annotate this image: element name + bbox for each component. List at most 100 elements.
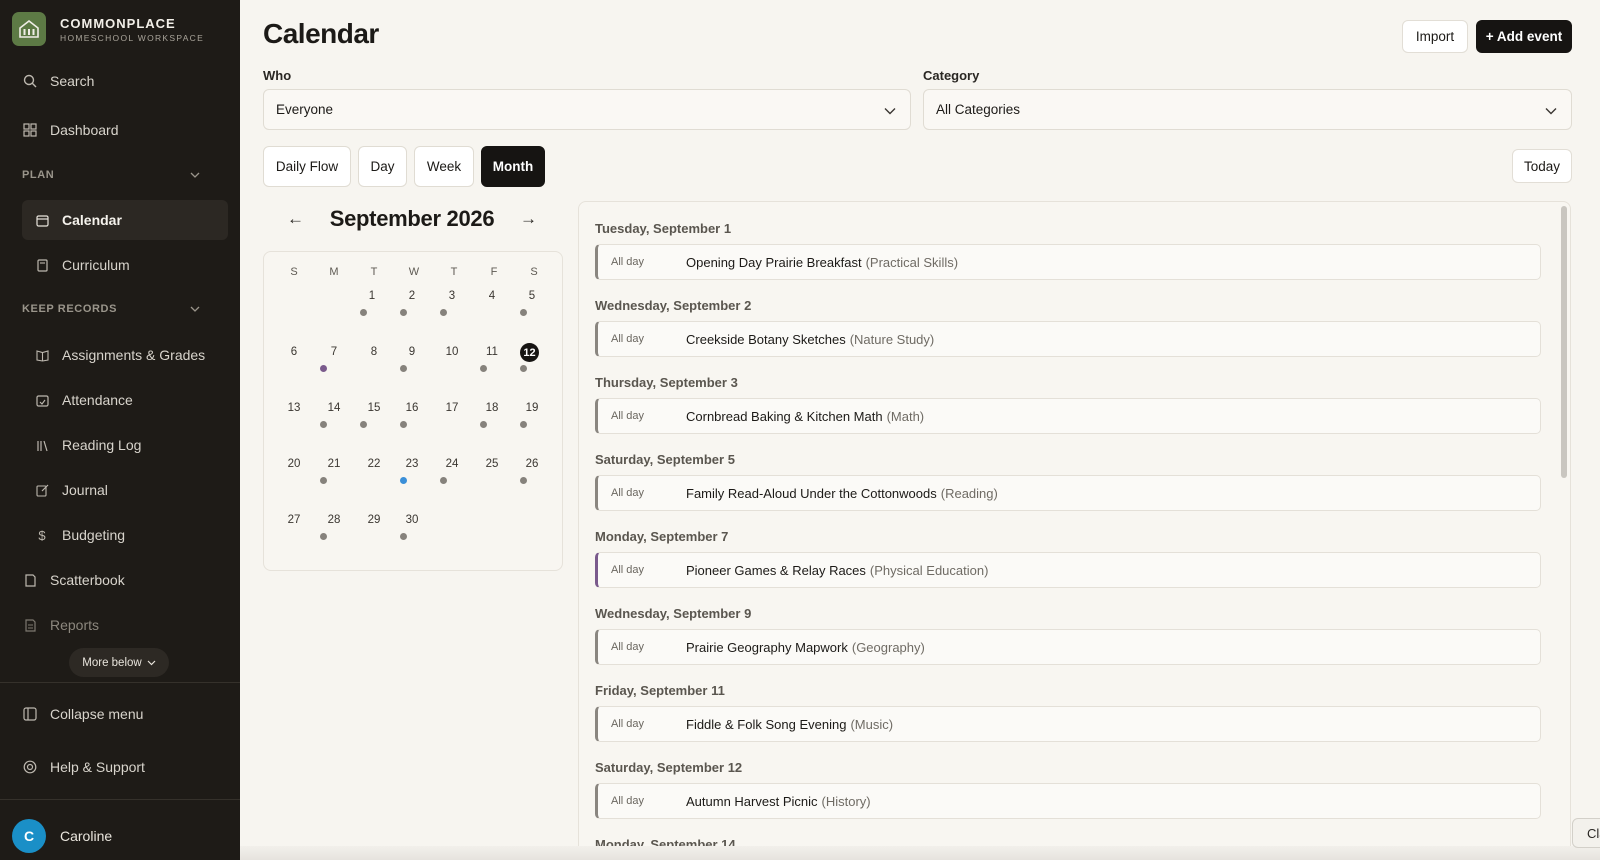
dollar-icon: $ [38, 527, 46, 543]
sidebar-item-label: Budgeting [62, 527, 126, 543]
section-label: PLAN [22, 169, 55, 181]
calendar-day[interactable]: 13 [282, 402, 306, 414]
calendar-day[interactable]: 6 [282, 346, 306, 358]
sidebar-item-label: Reading Log [62, 437, 142, 453]
calendar-day[interactable]: 22 [362, 458, 386, 470]
calendar-day[interactable]: 9 [400, 346, 424, 358]
event-category: (Music) [850, 716, 894, 732]
calendar-day[interactable]: 21 [322, 458, 346, 470]
next-month-arrow-icon[interactable]: → [520, 209, 537, 229]
calendar-day[interactable]: 19 [520, 402, 544, 414]
sidebar-item-dashboard[interactable]: Dashboard [22, 110, 222, 150]
calendar-day[interactable]: 18 [480, 402, 504, 414]
collapse-menu-button[interactable]: Collapse menu [22, 694, 222, 734]
event-category: (Nature Study) [849, 331, 935, 347]
floating-overlay-button[interactable]: Cla [1572, 818, 1600, 848]
calendar-day[interactable]: 8 [362, 346, 386, 358]
section-keep-records[interactable]: KEEP RECORDS [22, 303, 200, 315]
sidebar-item-journal[interactable]: Journal [22, 470, 222, 510]
weekday-label: S [530, 266, 538, 278]
calendar-day[interactable]: 25 [480, 458, 504, 470]
section-plan[interactable]: PLAN [22, 169, 200, 181]
add-event-button[interactable]: + Add event [1476, 20, 1572, 53]
event-item[interactable]: All day Family Read-Aloud Under the Cott… [595, 475, 1541, 511]
import-button[interactable]: Import [1402, 20, 1468, 53]
sidebar-item-attendance[interactable]: Attendance [22, 380, 222, 420]
calendar-day[interactable]: 24 [440, 458, 464, 470]
event-time: All day [611, 641, 645, 653]
calendar-day[interactable]: 14 [322, 402, 346, 414]
open-book-icon [34, 347, 50, 363]
event-item[interactable]: All day Cornbread Baking & Kitchen Math … [595, 398, 1541, 434]
event-dot [520, 477, 527, 484]
calendar-day[interactable]: 23 [400, 458, 424, 470]
sidebar-item-calendar[interactable]: Calendar [22, 200, 228, 240]
calendar-day[interactable]: 17 [440, 402, 464, 414]
more-below-button[interactable]: More below [69, 648, 169, 677]
scrollbar[interactable] [1561, 206, 1567, 478]
agenda-date-heading: Thursday, September 3 [595, 375, 738, 390]
calendar-day[interactable]: 2 [400, 290, 424, 302]
event-item[interactable]: All day Creekside Botany Sketches (Natur… [595, 321, 1541, 357]
calendar-day[interactable]: 11 [480, 346, 504, 358]
sidebar-item-scatterbook[interactable]: Scatterbook [22, 560, 222, 600]
calendar-day-today[interactable]: 12 [520, 343, 539, 362]
event-dot [480, 365, 487, 372]
calendar-day[interactable]: 4 [480, 290, 504, 302]
library-icon [34, 437, 50, 453]
weekday-label: M [329, 266, 339, 278]
event-category: (Reading) [940, 485, 998, 501]
event-item[interactable]: All day Opening Day Prairie Breakfast (P… [595, 244, 1541, 280]
event-category: (Math) [886, 408, 925, 424]
event-time: All day [611, 256, 645, 268]
sidebar-item-assignments[interactable]: Assignments & Grades [22, 335, 222, 375]
calendar-day[interactable]: 10 [440, 346, 464, 358]
event-item[interactable]: All day Prairie Geography Mapwork (Geogr… [595, 629, 1541, 665]
agenda-list[interactable]: Tuesday, September 1 All day Opening Day… [578, 201, 1571, 860]
sidebar-item-label: Search [50, 73, 95, 89]
event-title: Family Read-Aloud Under the Cottonwoods [686, 485, 937, 501]
calendar-day[interactable]: 26 [520, 458, 544, 470]
calendar-day[interactable]: 20 [282, 458, 306, 470]
event-time: All day [611, 487, 645, 499]
event-dot [480, 421, 487, 428]
tab-week[interactable]: Week [414, 146, 474, 187]
prev-month-arrow-icon[interactable]: ← [287, 209, 304, 229]
brand[interactable]: COMMONPLACE HOMESCHOOL WORKSPACE [12, 12, 204, 46]
event-category: (Physical Education) [869, 562, 989, 578]
sidebar-item-reading-log[interactable]: Reading Log [22, 425, 222, 465]
help-support-button[interactable]: Help & Support [22, 747, 222, 787]
calendar-day[interactable]: 27 [282, 514, 306, 526]
calendar-day[interactable]: 16 [400, 402, 424, 414]
calendar-day[interactable]: 28 [322, 514, 346, 526]
event-item[interactable]: All day Fiddle & Folk Song Evening (Musi… [595, 706, 1541, 742]
user-name: Caroline [60, 828, 113, 844]
category-select[interactable]: All Categories [923, 89, 1572, 130]
month-navigation: ← September 2026 → [287, 206, 537, 232]
event-title: Pioneer Games & Relay Races [686, 562, 866, 578]
event-item[interactable]: All day Pioneer Games & Relay Races (Phy… [595, 552, 1541, 588]
event-title: Opening Day Prairie Breakfast [686, 254, 862, 270]
event-item[interactable]: All day Autumn Harvest Picnic (History) [595, 783, 1541, 819]
who-select[interactable]: Everyone [263, 89, 911, 130]
calendar-day[interactable]: 29 [362, 514, 386, 526]
tab-day[interactable]: Day [358, 146, 407, 187]
today-button[interactable]: Today [1512, 149, 1572, 183]
calendar-day[interactable]: 3 [440, 290, 464, 302]
sidebar-item-budgeting[interactable]: $ Budgeting [22, 515, 222, 555]
sidebar-item-curriculum[interactable]: Curriculum [22, 245, 222, 285]
sidebar-item-search[interactable]: Search [22, 61, 222, 101]
calendar-day[interactable]: 5 [520, 290, 544, 302]
event-title: Prairie Geography Mapwork [686, 639, 848, 655]
calendar-day[interactable]: 15 [362, 402, 386, 414]
calendar-day[interactable]: 1 [360, 290, 384, 302]
tab-daily-flow[interactable]: Daily Flow [263, 146, 351, 187]
agenda-date-heading: Friday, September 11 [595, 683, 725, 698]
calendar-day[interactable]: 30 [400, 514, 424, 526]
sidebar-item-reports[interactable]: Reports [22, 605, 222, 645]
event-dot [520, 365, 527, 372]
calendar-day[interactable]: 7 [322, 346, 346, 358]
sidebar-divider [0, 799, 240, 800]
tab-month[interactable]: Month [481, 146, 545, 187]
user-profile[interactable]: C Caroline [12, 819, 112, 853]
